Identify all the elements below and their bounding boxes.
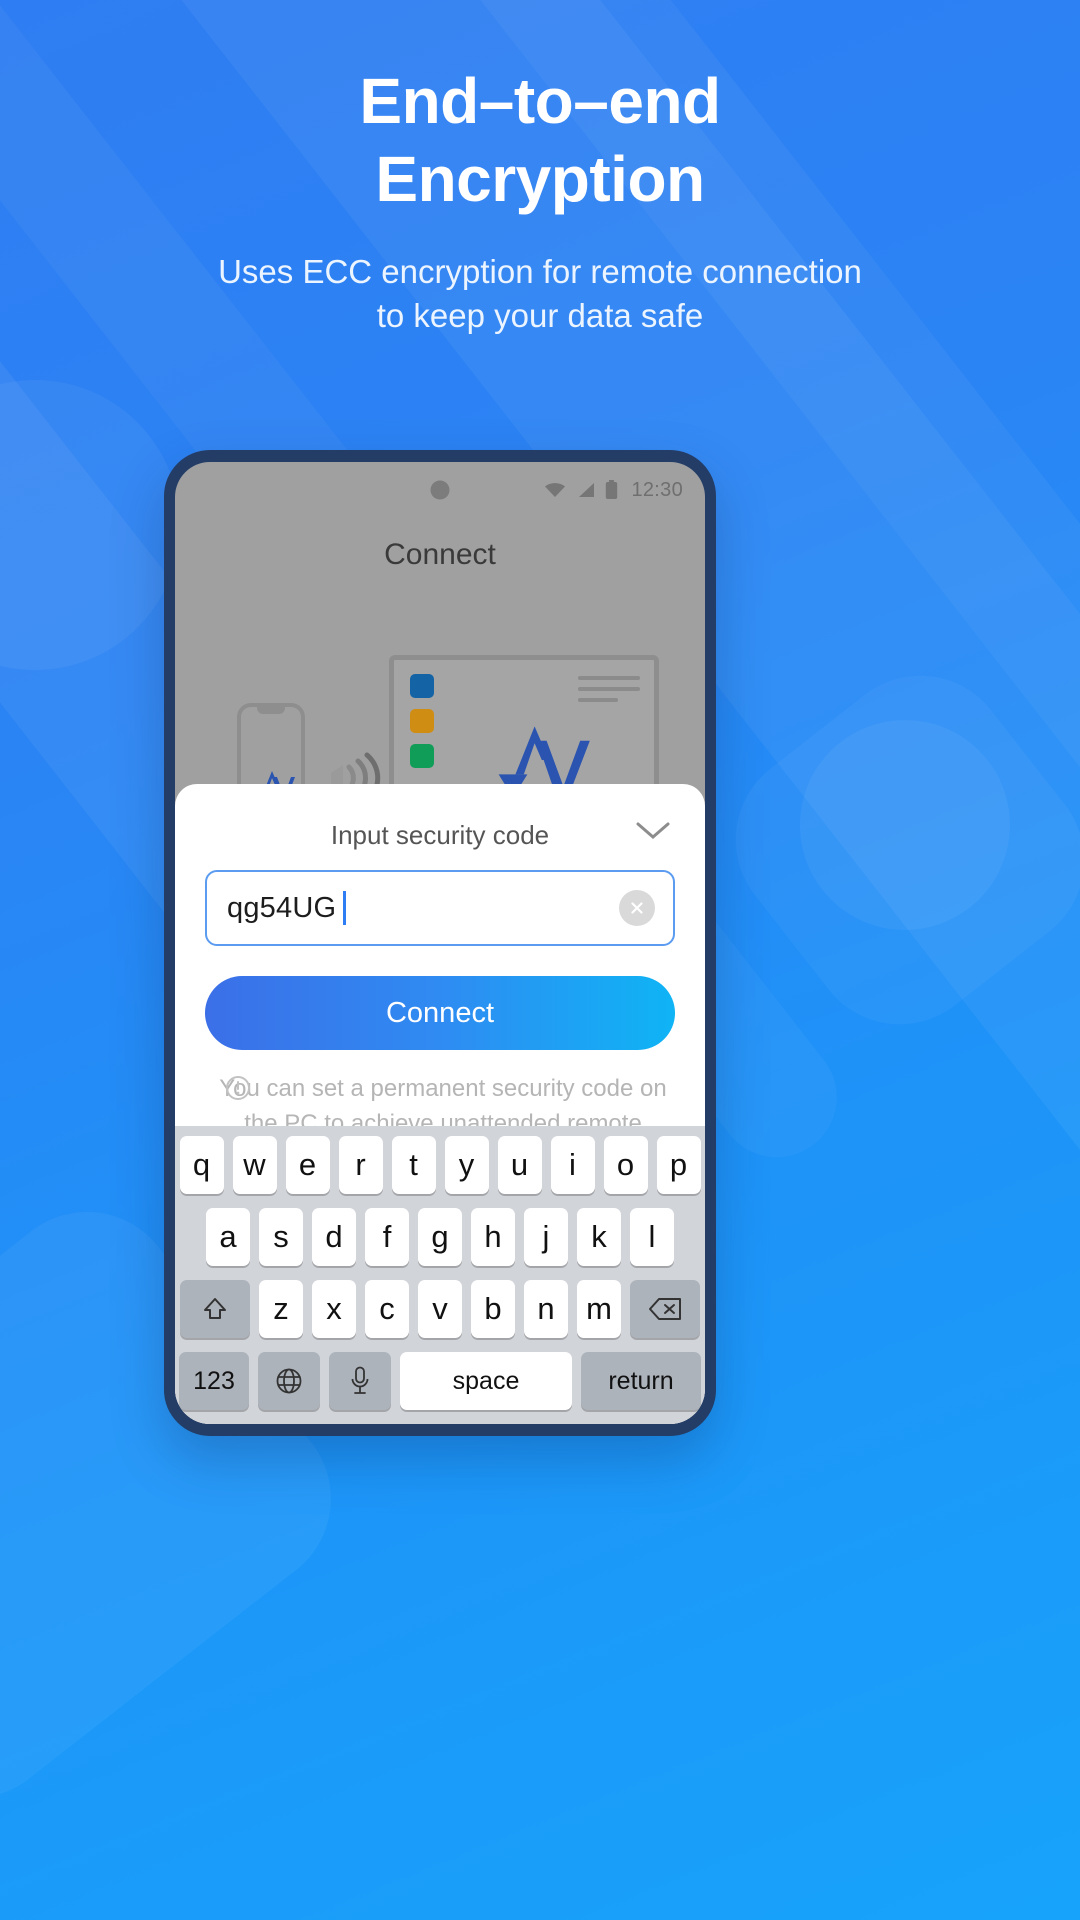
key-h[interactable]: h <box>471 1208 515 1266</box>
key-n[interactable]: n <box>524 1280 568 1338</box>
key-d[interactable]: d <box>312 1208 356 1266</box>
key-c[interactable]: c <box>365 1280 409 1338</box>
bg-blob <box>800 720 1010 930</box>
backspace-icon[interactable] <box>630 1280 700 1338</box>
page-title-line1: End–to–end <box>359 65 721 137</box>
chevron-down-icon[interactable] <box>633 818 673 847</box>
battery-icon <box>606 480 618 499</box>
key-m[interactable]: m <box>577 1280 621 1338</box>
key-q[interactable]: q <box>179 1136 224 1194</box>
app-screen-title: Connect <box>384 538 496 571</box>
clear-circle-icon[interactable] <box>619 890 655 926</box>
key-t[interactable]: t <box>391 1136 436 1194</box>
window-text-lines <box>578 676 640 709</box>
key-r[interactable]: r <box>338 1136 383 1194</box>
info-icon <box>225 1075 251 1112</box>
security-code-sheet: Input security code qg54UG Connect You c… <box>175 784 705 1424</box>
space-key[interactable]: space <box>400 1352 572 1410</box>
key-k[interactable]: k <box>577 1208 621 1266</box>
phone-screen: 12:30 Connect Input security code qg54UG… <box>175 462 705 1424</box>
key-l[interactable]: l <box>630 1208 674 1266</box>
window-dot-orange <box>410 709 434 733</box>
key-w[interactable]: w <box>232 1136 277 1194</box>
key-p[interactable]: p <box>656 1136 701 1194</box>
wifi-icon <box>545 483 566 497</box>
status-bar-icons: 12:30 <box>543 479 683 502</box>
key-f[interactable]: f <box>365 1208 409 1266</box>
key-o[interactable]: o <box>603 1136 648 1194</box>
promo-header: End–to–end Encryption Uses ECC encryptio… <box>0 0 1080 338</box>
key-v[interactable]: v <box>418 1280 462 1338</box>
signal-icon <box>579 483 595 497</box>
status-bar-time: 12:30 <box>631 478 683 501</box>
window-line <box>578 687 640 691</box>
numbers-key[interactable]: 123 <box>179 1352 249 1410</box>
illustration-phone-notch <box>257 705 285 714</box>
phone-mockup: 12:30 Connect Input security code qg54UG… <box>164 450 716 1436</box>
key-u[interactable]: u <box>497 1136 542 1194</box>
connect-button-label: Connect <box>385 996 494 1029</box>
security-code-value: qg54UG <box>227 891 337 924</box>
window-dot-green <box>410 744 434 768</box>
connect-button[interactable]: Connect <box>205 976 675 1050</box>
on-screen-keyboard[interactable]: q w e r t y u i o p a s d f g h j k l z … <box>175 1126 705 1424</box>
page-subtitle: Uses ECC encryption for remote connectio… <box>0 218 1080 338</box>
window-line <box>578 676 640 680</box>
status-bar: 12:30 <box>175 462 705 518</box>
page-title-line2: Encryption <box>375 143 705 216</box>
window-dots <box>410 674 434 779</box>
window-dot-blue <box>410 674 434 698</box>
keyboard-row-3: z x c v b n m <box>179 1280 701 1338</box>
page-subtitle-line2: to keep your data safe <box>376 297 704 335</box>
keyboard-row-4: 123 space return <box>179 1352 701 1410</box>
key-y[interactable]: y <box>444 1136 489 1194</box>
keyboard-row-2: a s d f g h j k l <box>179 1208 701 1266</box>
page-title: End–to–end Encryption <box>0 0 1080 218</box>
globe-icon[interactable] <box>258 1352 320 1410</box>
key-x[interactable]: x <box>312 1280 356 1338</box>
key-s[interactable]: s <box>259 1208 303 1266</box>
sheet-header: Input security code <box>205 806 675 864</box>
key-a[interactable]: a <box>206 1208 250 1266</box>
microphone-icon[interactable] <box>329 1352 391 1410</box>
window-line <box>578 698 618 702</box>
text-caret <box>343 891 347 925</box>
key-g[interactable]: g <box>418 1208 462 1266</box>
keyboard-row-1: q w e r t y u i o p <box>179 1136 701 1194</box>
return-key[interactable]: return <box>581 1352 701 1410</box>
key-j[interactable]: j <box>524 1208 568 1266</box>
sheet-title: Input security code <box>330 819 550 850</box>
shift-up-icon[interactable] <box>180 1280 250 1338</box>
page-subtitle-line1: Uses ECC encryption for remote connectio… <box>218 253 862 291</box>
key-z[interactable]: z <box>259 1280 303 1338</box>
security-code-input[interactable]: qg54UG <box>205 870 675 946</box>
key-i[interactable]: i <box>550 1136 595 1194</box>
key-b[interactable]: b <box>471 1280 515 1338</box>
key-e[interactable]: e <box>285 1136 330 1194</box>
